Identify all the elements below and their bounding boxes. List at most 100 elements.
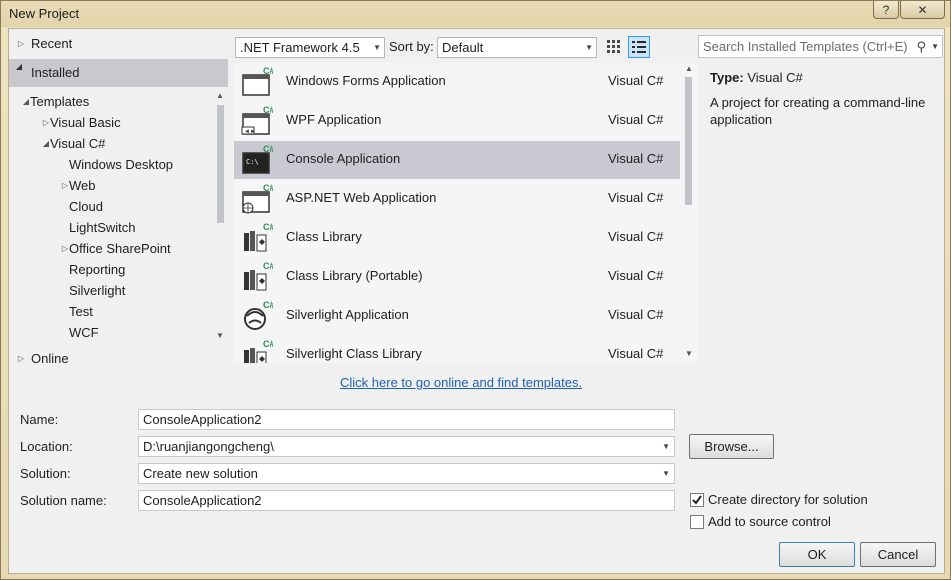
silverlight-class-library-icon: C#	[241, 339, 275, 363]
scroll-up-icon[interactable]: ▲	[685, 64, 693, 73]
scroll-up-icon[interactable]: ▲	[216, 91, 224, 100]
create-directory-label[interactable]: Create directory for solution	[708, 492, 868, 507]
template-language: Visual C#	[608, 268, 664, 283]
ok-button[interactable]: OK	[779, 542, 855, 567]
sort-label: Sort by:	[389, 39, 434, 54]
scroll-down-icon[interactable]: ▼	[216, 331, 224, 340]
template-item[interactable]: ◄► C# WPF Application Visual C#	[234, 102, 680, 140]
template-name: Class Library (Portable)	[286, 268, 423, 283]
title-bar: New Project ? ✕	[1, 1, 950, 27]
solution-name-label: Solution name:	[20, 493, 107, 508]
solution-value: Create new solution	[143, 466, 258, 481]
close-button[interactable]: ✕	[900, 1, 945, 19]
window-title: New Project	[9, 6, 80, 21]
template-name: ASP.NET Web Application	[286, 190, 437, 205]
svg-text:C#: C#	[263, 183, 273, 193]
svg-text:C#: C#	[263, 222, 273, 232]
tree-item-label: WCF	[69, 325, 99, 340]
class-library-portable-icon: C#	[241, 261, 275, 293]
tree-item-label: Visual Basic	[50, 115, 121, 130]
search-templates-input[interactable]: Search Installed Templates (Ctrl+E) ⚲ ▼	[698, 35, 943, 58]
template-language: Visual C#	[608, 307, 664, 322]
chevron-down-icon: ▼	[585, 43, 593, 52]
sort-dropdown[interactable]: Default ▼	[437, 37, 597, 58]
solution-dropdown[interactable]: Create new solution ▼	[138, 463, 675, 484]
template-description: A project for creating a command-line ap…	[710, 95, 926, 127]
template-language: Visual C#	[608, 151, 664, 166]
winforms-icon: C#	[241, 66, 275, 98]
collapsed-arrow-icon: ▷	[17, 354, 25, 363]
name-value: ConsoleApplication2	[143, 412, 262, 427]
tree-scrollbar[interactable]: ▲ ▼	[212, 91, 228, 343]
installed-label: Installed	[31, 65, 80, 80]
installed-node[interactable]: ◢ Installed	[9, 59, 228, 87]
svg-text:C#: C#	[263, 300, 273, 310]
location-combo[interactable]: D:\ruanjiangongcheng\ ▼	[138, 436, 675, 457]
template-item[interactable]: C# Class Library Visual C#	[234, 219, 680, 257]
type-label: Type:	[710, 70, 744, 85]
checkmark-icon	[692, 495, 702, 505]
cancel-button[interactable]: Cancel	[860, 542, 936, 567]
location-value: D:\ruanjiangongcheng\	[143, 439, 274, 454]
list-view-icon	[632, 41, 646, 53]
template-item[interactable]: C# Silverlight Application Visual C#	[234, 297, 680, 335]
create-directory-checkbox[interactable]	[690, 493, 704, 507]
source-control-checkbox[interactable]	[690, 515, 704, 529]
wpf-icon: ◄► C#	[241, 105, 275, 137]
template-list-scrollbar[interactable]: ▲ ▼	[680, 63, 697, 363]
template-name: Class Library	[286, 229, 362, 244]
template-language: Visual C#	[608, 73, 664, 88]
tree-item-label: Visual C#	[50, 136, 106, 151]
name-input[interactable]: ConsoleApplication2	[138, 409, 675, 430]
tree-item-label: Cloud	[69, 199, 103, 214]
type-value: Visual C#	[747, 70, 803, 85]
template-item[interactable]: C:\ C# Console Application Visual C#	[234, 141, 680, 179]
tree-item-label: Templates	[30, 94, 90, 109]
tree-item-label: Web	[69, 178, 96, 193]
template-language: Visual C#	[608, 112, 664, 127]
svg-text:C#: C#	[263, 261, 273, 271]
online-label: Online	[31, 351, 69, 366]
template-name: Silverlight Class Library	[286, 346, 422, 361]
template-name: Windows Forms Application	[286, 73, 446, 88]
template-language: Visual C#	[608, 190, 664, 205]
framework-value: .NET Framework 4.5	[240, 40, 360, 55]
tree-item-label: Test	[69, 304, 93, 319]
tree-item-label: Silverlight	[69, 283, 126, 298]
framework-dropdown[interactable]: .NET Framework 4.5 ▼	[235, 37, 385, 58]
left-pane: ▷ Recent ◢ Installed ▲ ▼ ◢ Templates ▷ Visu…	[9, 29, 229, 373]
console-icon: C:\ C#	[241, 144, 275, 176]
tree-scroll-thumb[interactable]	[217, 105, 224, 223]
template-item[interactable]: C# Class Library (Portable) Visual C#	[234, 258, 680, 296]
template-name: Silverlight Application	[286, 307, 409, 322]
template-item[interactable]: C# Windows Forms Application Visual C#	[234, 63, 680, 101]
help-button[interactable]: ?	[873, 1, 899, 19]
template-item[interactable]: C# ASP.NET Web Application Visual C#	[234, 180, 680, 218]
source-control-label[interactable]: Add to source control	[708, 514, 831, 529]
svg-text:C#: C#	[263, 144, 273, 154]
template-scroll-thumb[interactable]	[685, 77, 692, 205]
small-icons-view-button[interactable]	[603, 36, 625, 58]
new-project-dialog: New Project ? ✕ ▷ Recent ◢ Installed ▲ ▼	[0, 0, 951, 580]
tree-item-label: Windows Desktop	[69, 157, 174, 172]
svg-text:C:\: C:\	[246, 158, 259, 166]
search-icon[interactable]: ⚲	[916, 36, 926, 57]
solution-name-input[interactable]: ConsoleApplication2	[138, 490, 675, 511]
online-templates-link[interactable]: Click here to go online and find templat…	[340, 375, 582, 390]
tree-item-label: Reporting	[69, 262, 126, 277]
search-placeholder: Search Installed Templates (Ctrl+E)	[703, 39, 908, 54]
recent-node[interactable]: ▷ Recent	[9, 33, 228, 54]
template-item[interactable]: C# Silverlight Class Library Visual C#	[234, 336, 680, 363]
expanded-arrow-icon: ◢	[15, 62, 23, 71]
close-icon: ✕	[917, 2, 928, 17]
browse-button[interactable]: Browse...	[689, 434, 774, 459]
solution-label: Solution:	[20, 466, 71, 481]
scroll-down-icon[interactable]: ▼	[685, 349, 693, 358]
recent-label: Recent	[31, 36, 73, 51]
template-list: ▲ ▼ C# Windows Forms Application Visual C#…	[234, 63, 697, 363]
online-node[interactable]: ▷ Online	[9, 348, 228, 369]
details-view-button[interactable]	[628, 36, 650, 58]
chevron-down-icon[interactable]: ▼	[931, 36, 939, 57]
collapsed-arrow-icon: ▷	[17, 39, 25, 48]
template-language: Visual C#	[608, 229, 664, 244]
